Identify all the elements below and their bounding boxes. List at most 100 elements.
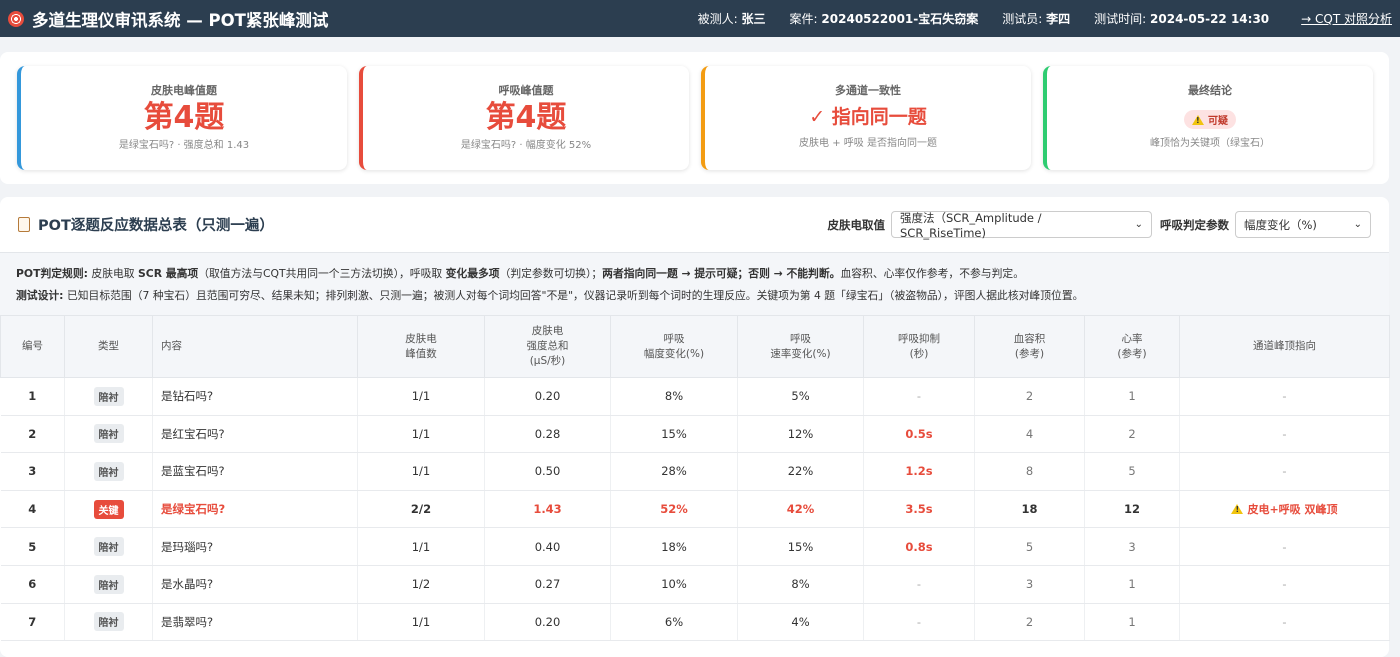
row-number: 7	[0, 603, 65, 642]
filler-tag: 陪衬	[93, 612, 124, 632]
column-header: 呼吸 速率变化(%)	[737, 315, 864, 378]
column-header: 编号	[0, 315, 65, 378]
rules-box: POT判定规则: 皮肤电取 SCR 最高项（取值方法与CQT共用同一个三方法切换…	[0, 252, 1389, 315]
card-label: 呼吸峰值题	[498, 84, 554, 97]
pot-data-table: 编号 类型 内容 皮肤电 峰值数 皮肤电 强度总和 (μS/秒) 呼吸 幅度变化(%) 呼吸 速率变化…	[0, 315, 1390, 642]
resp-param-select[interactable]: 幅度变化（%) ⌄	[1235, 211, 1371, 238]
table-row[interactable]: 2 陪衬 是红宝石吗? 1/1 0.28 15% 12% 0.5s 4 2-	[0, 415, 1390, 454]
data-panel: POT逐题反应数据总表（只测一遍） 皮肤电取值 强度法（SCR_Amplitud…	[0, 197, 1390, 657]
question-content: 是水晶吗?	[152, 565, 358, 604]
resp-amplitude: 10%	[610, 565, 738, 604]
blood-volume: 4	[974, 415, 1085, 454]
chevron-down-icon: ⌄	[1134, 219, 1143, 230]
card-label: 多通道一致性	[835, 84, 901, 97]
case-info: 案件: 20240522001-宝石失窃案	[789, 12, 979, 26]
resp-param-label: 呼吸判定参数	[1160, 217, 1229, 232]
card-value: ✓ 指向同一题	[809, 106, 927, 128]
heart-rate: 3	[1084, 527, 1180, 566]
clipboard-icon	[18, 217, 30, 232]
resp-amplitude: 8%	[610, 377, 738, 416]
filler-tag: 陪衬	[93, 386, 124, 406]
card-value: 第4题	[143, 100, 225, 135]
scr-peak-count: 1/1	[357, 603, 485, 642]
table-body: 1 陪衬 是钻石吗? 1/1 0.20 8% 5% -2 1-2 陪衬 是红宝石吗? 1/1 0.28 1…	[0, 377, 1390, 642]
table-row[interactable]: 5 陪衬 是玛瑙吗? 1/1 0.40 18% 15% 0.8s 5 3-	[0, 527, 1390, 566]
cqt-compare-link[interactable]: → CQT 对照分析	[1301, 10, 1392, 27]
consistency-card: 多通道一致性 ✓ 指向同一题 皮肤电 + 呼吸 是否指向同一题	[701, 66, 1031, 170]
row-type: 关键	[64, 490, 153, 529]
row-number: 3	[0, 452, 65, 491]
column-header: 内容	[152, 315, 358, 378]
table-row[interactable]: 1 陪衬 是钻石吗? 1/1 0.20 8% 5% -2 1-	[0, 377, 1390, 416]
resp-amplitude: 18%	[610, 527, 738, 566]
card-sub: 峰顶恰为关键项（绿宝石）	[1150, 138, 1270, 149]
column-header: 心率 (参考)	[1084, 315, 1180, 378]
resp-suppression: 0.8s	[863, 527, 975, 566]
table-row[interactable]: 3 陪衬 是蓝宝石吗? 1/1 0.50 28% 22% 1.2s 8 5-	[0, 452, 1390, 491]
warning-icon	[1231, 504, 1244, 515]
test-time: 2024-05-22 14:30	[1150, 12, 1270, 26]
question-content: 是蓝宝石吗?	[152, 452, 358, 491]
resp-rate: 5%	[737, 377, 864, 416]
scr-strength: 0.50	[484, 452, 611, 491]
filler-tag: 陪衬	[93, 574, 124, 594]
peak-direction: -	[1179, 527, 1390, 566]
row-number: 2	[0, 415, 65, 454]
rule-line: POT判定规则: 皮肤电取 SCR 最高项（取值方法与CQT共用同一个三方法切换…	[16, 267, 1024, 280]
key-tag: 关键	[93, 499, 124, 519]
row-type: 陪衬	[64, 565, 153, 604]
top-bar: 多道生理仪审讯系统 — POT紧张峰测试 被测人: 张三 案件: 2024052…	[0, 0, 1400, 37]
row-number: 1	[0, 377, 65, 416]
card-value: 第4题	[485, 100, 567, 135]
peak-direction: 皮电+呼吸 双峰顶	[1179, 490, 1390, 529]
row-type: 陪衬	[64, 452, 153, 491]
card-sub: 是绿宝石吗? · 强度总和 1.43	[118, 140, 250, 151]
peak-direction: -	[1179, 565, 1390, 604]
heart-rate: 5	[1084, 452, 1180, 491]
column-header: 皮肤电 峰值数	[357, 315, 485, 378]
resp-suppression: 3.5s	[863, 490, 975, 529]
test-time-info: 测试时间: 2024-05-22 14:30	[1094, 12, 1270, 26]
peak-direction: -	[1179, 452, 1390, 491]
summary-cards: 皮肤电峰值题 第4题 是绿宝石吗? · 强度总和 1.43 呼吸峰值题 第4题 …	[0, 52, 1389, 184]
table-row[interactable]: 6 陪衬 是水晶吗? 1/2 0.27 10% 8% -3 1-	[0, 565, 1390, 604]
blood-volume: 3	[974, 565, 1085, 604]
scr-peak-count: 1/2	[357, 565, 485, 604]
resp-suppression: -	[863, 565, 975, 604]
resp-rate: 22%	[737, 452, 864, 491]
question-content: 是钻石吗?	[152, 377, 358, 416]
filler-tag: 陪衬	[93, 424, 124, 444]
panel-controls: 皮肤电取值 强度法（SCR_Amplitude / SCR_RiseTime) ⌄…	[820, 211, 1371, 240]
panel-title: POT逐题反应数据总表（只测一遍）	[18, 214, 274, 235]
table-row[interactable]: 4 关键 是绿宝石吗?2/21.4352%42%3.5s1812 皮电+呼吸 双峰顶	[0, 490, 1390, 529]
conclusion-card: 最终结论 可疑 峰顶恰为关键项（绿宝石）	[1043, 66, 1373, 170]
resp-rate: 4%	[737, 603, 864, 642]
app-title: 多道生理仪审讯系统 — POT紧张峰测试	[32, 10, 329, 30]
resp-amplitude: 52%	[610, 490, 738, 529]
scr-strength: 0.28	[484, 415, 611, 454]
heart-rate: 1	[1084, 377, 1180, 416]
scr-method-select[interactable]: 强度法（SCR_Amplitude / SCR_RiseTime) ⌄	[891, 211, 1152, 240]
resp-amplitude: 6%	[610, 603, 738, 642]
scr-strength: 0.20	[484, 603, 611, 642]
peak-flag-text: 皮电+呼吸 双峰顶	[1247, 503, 1338, 517]
scr-peak-count: 1/1	[357, 377, 485, 416]
resp-rate: 8%	[737, 565, 864, 604]
peak-direction: -	[1179, 377, 1390, 416]
card-label: 皮肤电峰值题	[151, 84, 217, 97]
row-type: 陪衬	[64, 415, 153, 454]
blood-volume: 5	[974, 527, 1085, 566]
column-header: 通道峰顶指向	[1179, 315, 1390, 378]
resp-suppression: -	[863, 603, 975, 642]
tester-name: 李四	[1046, 12, 1071, 26]
resp-suppression: -	[863, 377, 975, 416]
resp-peak-card: 呼吸峰值题 第4题 是绿宝石吗? · 幅度变化 52%	[359, 66, 689, 170]
row-number: 6	[0, 565, 65, 604]
card-sub: 是绿宝石吗? · 幅度变化 52%	[460, 140, 592, 151]
table-row[interactable]: 7 陪衬 是翡翠吗? 1/1 0.20 6% 4% -2 1-	[0, 603, 1390, 642]
scr-peak-count: 1/1	[357, 527, 485, 566]
heart-rate: 12	[1084, 490, 1180, 529]
heart-rate: 1	[1084, 565, 1180, 604]
resp-amplitude: 28%	[610, 452, 738, 491]
blood-volume: 2	[974, 603, 1085, 642]
